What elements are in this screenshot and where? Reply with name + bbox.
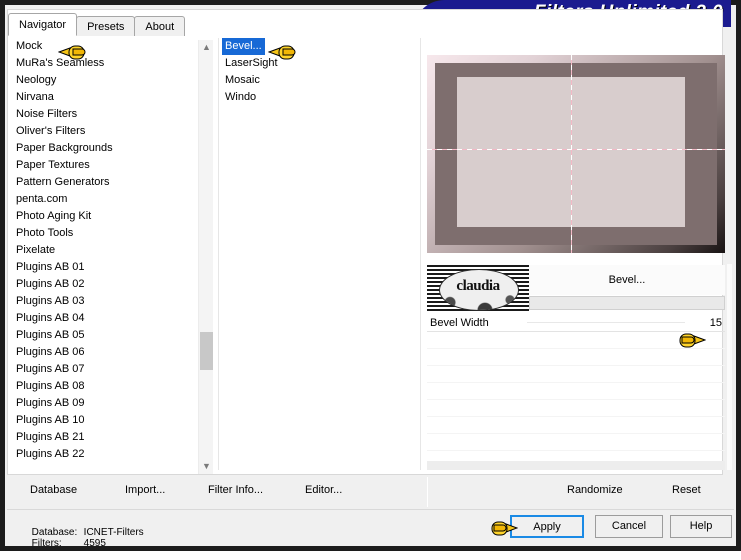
parameter-slider-track[interactable] bbox=[527, 322, 685, 323]
parameter-value: 15 bbox=[709, 317, 722, 329]
parameter-list-footer bbox=[427, 461, 725, 470]
scrollbar-thumb[interactable] bbox=[200, 332, 213, 370]
list-item[interactable]: Plugins AB 08 bbox=[13, 378, 213, 395]
list-item[interactable]: Plugins AB 01 bbox=[13, 259, 213, 276]
menu-bar: Database Import... Filter Info... Editor… bbox=[7, 477, 723, 507]
status-filters-value: 4595 bbox=[83, 538, 106, 549]
list-item[interactable]: Nirvana bbox=[13, 89, 213, 106]
list-item[interactable]: Plugins AB 07 bbox=[13, 361, 213, 378]
list-item[interactable]: Plugins AB 09 bbox=[13, 395, 213, 412]
claudia-watermark: claudia bbox=[427, 265, 529, 313]
list-item[interactable]: penta.com bbox=[13, 191, 213, 208]
tab-strip: Navigator Presets About bbox=[8, 13, 186, 36]
panel-divider bbox=[420, 38, 421, 470]
preview-image bbox=[427, 55, 725, 253]
tab-navigator[interactable]: Navigator bbox=[8, 13, 78, 36]
navigator-list[interactable]: Mock MuRa's Seamless Neology Nirvana Noi… bbox=[13, 38, 213, 470]
editor-button[interactable]: Editor... bbox=[305, 484, 342, 496]
database-button[interactable]: Database bbox=[30, 484, 77, 496]
filters-unlimited-window: Filters Unlimited 2.0 Navigator Presets … bbox=[0, 0, 741, 551]
parameter-row-bevel-width[interactable]: Bevel Width 15 bbox=[427, 314, 725, 332]
list-item[interactable]: Pixelate bbox=[13, 242, 213, 259]
parameter-row-empty[interactable] bbox=[427, 400, 725, 417]
status-filters: Filters: 4595 bbox=[15, 527, 106, 560]
chevron-down-icon[interactable]: ▼ bbox=[199, 459, 214, 474]
list-item[interactable]: Noise Filters bbox=[13, 106, 213, 123]
list-item[interactable]: Plugins AB 03 bbox=[13, 293, 213, 310]
parameter-row-empty[interactable] bbox=[427, 366, 725, 383]
list-item[interactable]: Photo Tools bbox=[13, 225, 213, 242]
list-item[interactable]: Plugins AB 05 bbox=[13, 327, 213, 344]
parameter-row-empty[interactable] bbox=[427, 417, 725, 434]
list-item[interactable]: Windo bbox=[222, 89, 414, 106]
list-item[interactable]: Plugins AB 21 bbox=[13, 429, 213, 446]
parameter-row-empty[interactable] bbox=[427, 349, 725, 366]
list-item-selected[interactable]: Bevel... bbox=[222, 38, 265, 55]
list-item[interactable]: Neology bbox=[13, 72, 213, 89]
filter-progress-bar bbox=[529, 296, 725, 310]
parameter-list: Bevel Width 15 bbox=[427, 314, 725, 470]
reset-button[interactable]: Reset bbox=[672, 484, 701, 496]
window-border-right bbox=[736, 0, 741, 551]
chevron-up-icon[interactable]: ▲ bbox=[199, 40, 214, 55]
parameter-row-empty[interactable] bbox=[427, 332, 725, 349]
list-item[interactable]: Plugins AB 10 bbox=[13, 412, 213, 429]
list-item[interactable]: Plugins AB 22 bbox=[13, 446, 213, 463]
list-item[interactable]: Oliver's Filters bbox=[13, 123, 213, 140]
tab-presets[interactable]: Presets bbox=[76, 16, 136, 36]
active-filter-name: Bevel... bbox=[529, 265, 725, 295]
randomize-button[interactable]: Randomize bbox=[567, 484, 623, 496]
list-item[interactable]: Plugins AB 06 bbox=[13, 344, 213, 361]
list-item[interactable]: Paper Textures bbox=[13, 157, 213, 174]
list-item[interactable]: LaserSight bbox=[222, 55, 414, 72]
navigator-scrollbar[interactable]: ▲ ▼ bbox=[198, 40, 213, 474]
list-item[interactable]: Plugins AB 04 bbox=[13, 310, 213, 327]
parameter-row-empty[interactable] bbox=[427, 434, 725, 451]
preview-guide-vertical bbox=[571, 55, 572, 253]
menu-separator bbox=[427, 477, 428, 507]
watermark-text: claudia bbox=[456, 278, 500, 294]
cancel-button[interactable]: Cancel bbox=[595, 515, 663, 538]
import-button[interactable]: Import... bbox=[125, 484, 165, 496]
list-item[interactable]: Pattern Generators bbox=[13, 174, 213, 191]
list-item[interactable]: MuRa's Seamless bbox=[13, 55, 213, 72]
filter-list[interactable]: Bevel... LaserSight Mosaic Windo bbox=[222, 38, 414, 470]
list-item[interactable]: Mock bbox=[13, 38, 213, 55]
parameter-scrollbar[interactable] bbox=[727, 264, 732, 470]
list-item[interactable]: Plugins AB 02 bbox=[13, 276, 213, 293]
status-bar: Database: ICNET-Filters Filters: 4595 Appl… bbox=[7, 509, 734, 549]
panel-divider bbox=[218, 38, 219, 470]
parameter-label: Bevel Width bbox=[430, 317, 489, 329]
filter-header-row: claudia Bevel... bbox=[427, 265, 725, 313]
list-item[interactable]: Mosaic bbox=[222, 72, 414, 89]
apply-button[interactable]: Apply bbox=[510, 515, 584, 538]
preview-guide-horizontal bbox=[427, 149, 725, 150]
list-item[interactable]: Photo Aging Kit bbox=[13, 208, 213, 225]
tab-about[interactable]: About bbox=[134, 16, 186, 36]
status-filters-key: Filters: bbox=[31, 538, 62, 549]
filter-info-button[interactable]: Filter Info... bbox=[208, 484, 263, 496]
list-item[interactable]: Paper Backgrounds bbox=[13, 140, 213, 157]
help-button[interactable]: Help bbox=[670, 515, 732, 538]
parameter-row-empty[interactable] bbox=[427, 383, 725, 400]
